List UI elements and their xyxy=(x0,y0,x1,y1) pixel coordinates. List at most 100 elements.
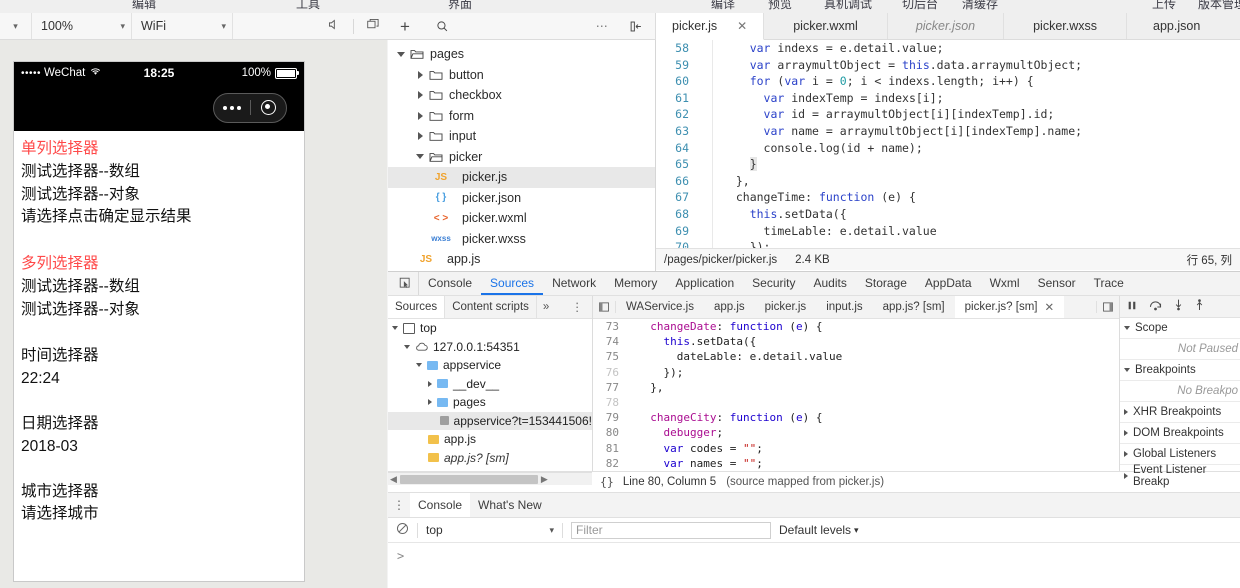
tab-sensor[interactable]: Sensor xyxy=(1029,272,1085,295)
close-icon[interactable]: ✕ xyxy=(737,19,747,33)
tree-node-form[interactable]: form xyxy=(388,106,655,127)
source-tab-input-js[interactable]: input.js xyxy=(816,296,872,318)
tree-node-picker-js[interactable]: JS picker.js xyxy=(388,167,655,188)
editor-code-area[interactable]: 58 var indexs = e.detail.value; 59 var a… xyxy=(656,40,1240,248)
tab-trace[interactable]: Trace xyxy=(1085,272,1133,295)
tab-wxml[interactable]: Wxml xyxy=(981,272,1029,295)
inspect-element-icon[interactable] xyxy=(392,272,419,295)
nav-tab-content-scripts[interactable]: Content scripts xyxy=(445,296,537,318)
sidebar-section-dom-breakpoints[interactable]: DOM Breakpoints xyxy=(1120,423,1240,444)
menu-item-compile[interactable]: 编译 xyxy=(711,0,735,12)
source-tab-app-js-sm[interactable]: app.js? [sm] xyxy=(873,296,955,318)
menu-item-clear-cache[interactable]: 清缓存 xyxy=(962,0,998,12)
panel-toggle-icon[interactable] xyxy=(593,301,616,313)
target-circle-icon[interactable] xyxy=(251,100,287,115)
editor-tab-picker-wxml[interactable]: picker.wxml xyxy=(764,13,888,39)
sources-node-top[interactable]: top xyxy=(388,319,592,338)
kebab-menu-icon[interactable]: ⋮ xyxy=(388,498,410,512)
source-tab-picker-js-sm[interactable]: picker.js? [sm] ✕ xyxy=(955,296,1065,318)
chevron-right-icon[interactable] xyxy=(413,112,427,120)
step-into-icon[interactable] xyxy=(1174,299,1183,314)
sources-node-appservice-file[interactable]: appservice?t=153441506! xyxy=(388,412,592,431)
sources-node-app-js[interactable]: app.js xyxy=(388,430,592,449)
tab-security[interactable]: Security xyxy=(743,272,804,295)
tab-application[interactable]: Application xyxy=(666,272,743,295)
zoom-select[interactable]: 100% ▾ xyxy=(32,13,132,39)
ellipsis-icon[interactable]: ⋯ xyxy=(596,19,609,33)
chevron-right-icon[interactable] xyxy=(428,381,432,387)
tree-node-picker-wxml[interactable]: < > picker.wxml xyxy=(388,208,655,229)
console-levels-select[interactable]: Default levels ▾ xyxy=(779,523,859,537)
source-code-area[interactable]: 73 changeDate: function (e) { 74 this.se… xyxy=(593,319,1119,469)
wechat-capsule[interactable] xyxy=(213,93,287,123)
sidebar-section-breakpoints[interactable]: Breakpoints xyxy=(1120,360,1240,381)
chevron-right-icon[interactable] xyxy=(1124,451,1128,457)
chevron-down-icon[interactable] xyxy=(392,326,398,330)
scroll-right-icon[interactable]: ▶ xyxy=(541,474,548,485)
scroll-thumb[interactable] xyxy=(400,475,538,484)
sources-file-tree[interactable]: top 127.0.0.1:54351 appservice xyxy=(388,319,592,472)
network-select[interactable]: WiFi ▾ xyxy=(132,13,233,39)
chevron-down-icon[interactable] xyxy=(394,52,408,57)
menu-item-upload[interactable]: 上传 xyxy=(1152,0,1176,12)
sidebar-section-global-listeners[interactable]: Global Listeners xyxy=(1120,444,1240,465)
menu-item-interface[interactable]: 界面 xyxy=(448,0,472,12)
console-context-select[interactable]: top ▾ xyxy=(426,523,554,537)
tree-node-picker-json[interactable]: { } picker.json xyxy=(388,188,655,209)
editor-tab-picker-js[interactable]: picker.js ✕ xyxy=(656,13,764,40)
sources-node-pages[interactable]: pages xyxy=(388,393,592,412)
phone-simulator[interactable]: ••••• WeChat 18:25 100% xyxy=(13,61,305,582)
tab-appdata[interactable]: AppData xyxy=(916,272,981,295)
tab-network[interactable]: Network xyxy=(543,272,605,295)
tab-audits[interactable]: Audits xyxy=(805,272,856,295)
chevron-down-icon[interactable] xyxy=(416,363,422,367)
chevron-right-icon[interactable] xyxy=(413,132,427,140)
sources-node-origin[interactable]: 127.0.0.1:54351 xyxy=(388,338,592,357)
speaker-mute-icon[interactable] xyxy=(327,18,340,34)
chevron-right-icon[interactable] xyxy=(413,91,427,99)
time-picker-value[interactable]: 22:24 xyxy=(21,368,297,391)
navigator-hscrollbar[interactable]: ◀ ▶ xyxy=(388,472,592,485)
tree-node-picker[interactable]: picker xyxy=(388,147,655,168)
chevron-down-icon[interactable] xyxy=(1124,326,1130,330)
menu-item-remote-debug[interactable]: 真机调试 xyxy=(824,0,872,12)
clear-console-icon[interactable] xyxy=(396,522,409,538)
tree-node-pages[interactable]: pages xyxy=(388,44,655,65)
date-picker-value[interactable]: 2018-03 xyxy=(21,436,297,459)
chevron-right-icon[interactable] xyxy=(413,71,427,79)
source-tab-picker-js[interactable]: picker.js xyxy=(755,296,817,318)
collapse-panel-icon[interactable] xyxy=(629,20,643,33)
console-output[interactable]: > xyxy=(388,543,1240,569)
step-out-icon[interactable] xyxy=(1195,299,1204,314)
source-tab-app-js[interactable]: app.js xyxy=(704,296,755,318)
chevron-right-icon[interactable] xyxy=(1124,473,1128,479)
tab-console[interactable]: Console xyxy=(419,272,481,295)
file-tree[interactable]: pages button checkbox xyxy=(388,40,655,271)
nav-tab-sources[interactable]: Sources xyxy=(388,296,445,318)
chevron-down-icon[interactable] xyxy=(404,345,410,349)
menu-item-preview[interactable]: 预览 xyxy=(768,0,792,12)
picker-row-array[interactable]: 测试选择器--数组 xyxy=(21,161,297,184)
city-picker-value[interactable]: 请选择城市 xyxy=(21,503,297,526)
picker-row-object[interactable]: 测试选择器--对象 xyxy=(21,184,297,207)
panel-expand-icon[interactable] xyxy=(1096,301,1119,313)
source-tab-waservice[interactable]: WAService.js xyxy=(616,296,704,318)
chevron-down-icon[interactable] xyxy=(1124,368,1130,372)
tree-node-app-js[interactable]: JS app.js xyxy=(388,249,655,270)
ellipsis-icon[interactable] xyxy=(214,106,250,110)
drawer-tab-console[interactable]: Console xyxy=(410,493,470,517)
menu-item-version[interactable]: 版本管理 xyxy=(1198,0,1240,12)
chevron-double-right-icon[interactable]: » xyxy=(537,301,555,313)
editor-tab-picker-wxss[interactable]: picker.wxss xyxy=(1004,13,1127,39)
tab-memory[interactable]: Memory xyxy=(605,272,666,295)
sidebar-section-event-listener-breakpoints[interactable]: Event Listener Breakp xyxy=(1120,465,1240,486)
console-filter-input[interactable]: Filter xyxy=(571,522,771,539)
window-panel-icon[interactable] xyxy=(366,18,380,34)
console-prompt[interactable]: > xyxy=(397,549,404,563)
tree-node-input[interactable]: input xyxy=(388,126,655,147)
multi-picker-row-array[interactable]: 测试选择器--数组 xyxy=(21,276,297,299)
chevron-down-icon[interactable] xyxy=(413,154,427,159)
chevron-right-icon[interactable] xyxy=(1124,430,1128,436)
plus-icon[interactable]: + xyxy=(400,18,410,35)
menu-item-background[interactable]: 切后台 xyxy=(902,0,938,12)
